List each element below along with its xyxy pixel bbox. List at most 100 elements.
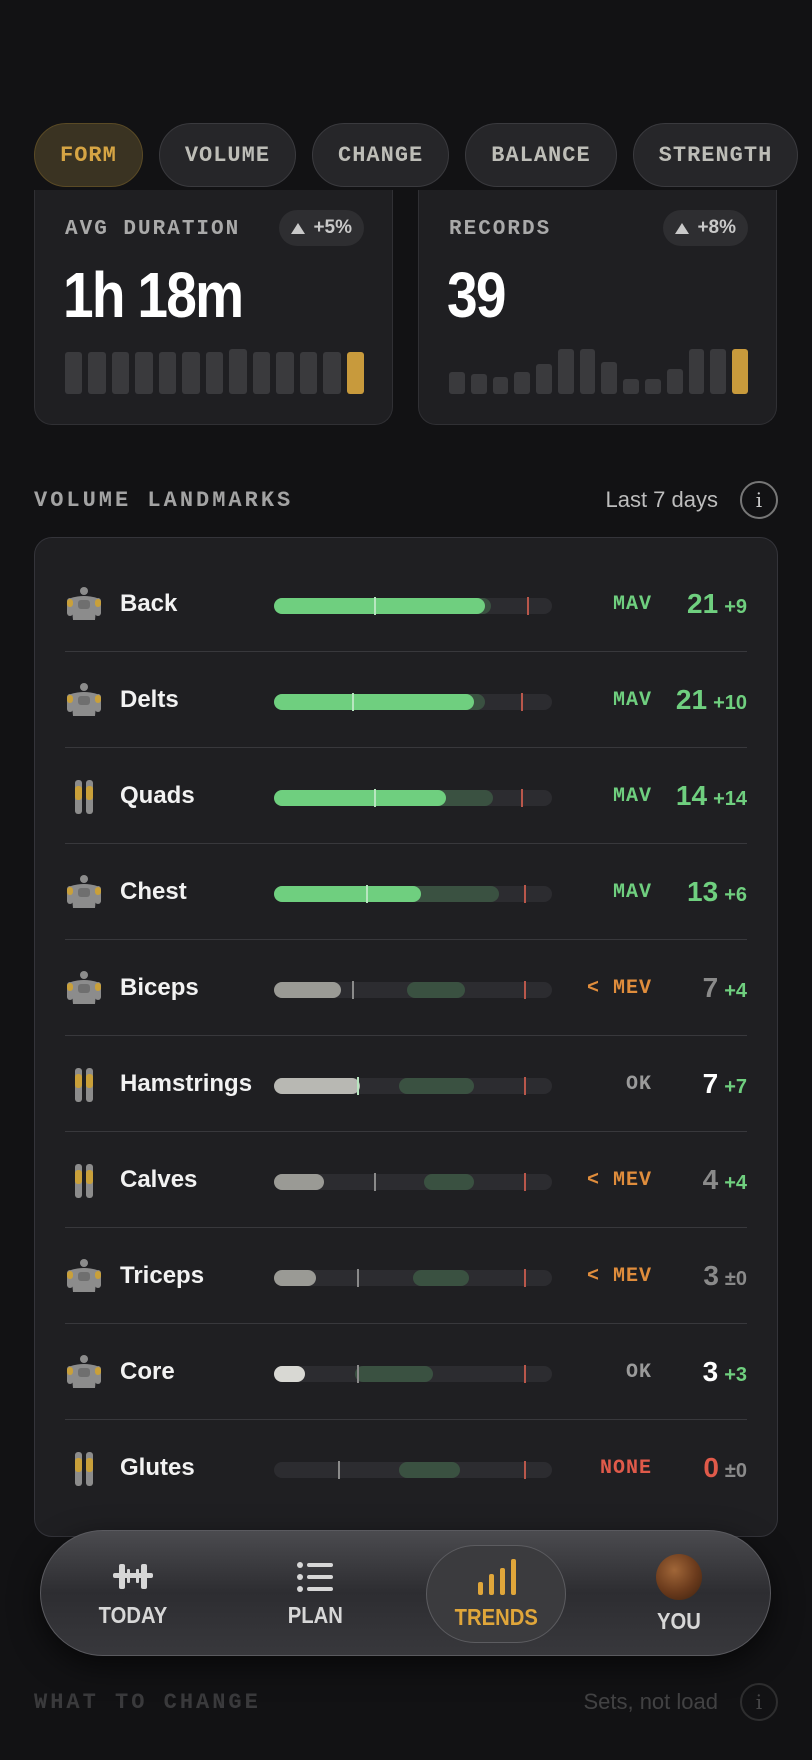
avg-duration-label: AVG DURATION bbox=[65, 218, 241, 241]
mrv-marker bbox=[521, 693, 523, 711]
spark-bar bbox=[276, 351, 294, 394]
landmark-status: MAV bbox=[612, 880, 652, 904]
sets-delta: +6 bbox=[724, 883, 747, 906]
set-count: 4 +4 bbox=[657, 1132, 747, 1228]
mrv-marker bbox=[524, 1365, 526, 1383]
volume-bar bbox=[274, 1365, 552, 1383]
mev-marker bbox=[357, 1365, 359, 1383]
set-count: 7 +7 bbox=[657, 1036, 747, 1132]
period-label[interactable]: Last 7 days bbox=[605, 487, 718, 513]
landmark-status: NONE bbox=[599, 1456, 652, 1480]
mav-range-band bbox=[413, 1270, 469, 1286]
filter-chip-bar: FORM VOLUME CHANGE BALANCE STRENGTH bbox=[34, 123, 812, 187]
weekly-sets: 7 bbox=[702, 1068, 719, 1099]
records-card[interactable]: RECORDS +8% 39 bbox=[418, 190, 777, 425]
dumbbell-icon bbox=[113, 1563, 153, 1589]
chip-form[interactable]: FORM bbox=[34, 123, 143, 187]
records-change-badge: +8% bbox=[663, 210, 748, 246]
volume-fill bbox=[274, 886, 421, 902]
landmark-row-biceps[interactable]: Biceps < MEV 7 +4 bbox=[65, 940, 747, 1036]
sets-delta: +14 bbox=[713, 787, 747, 810]
records-sparkline bbox=[449, 344, 748, 394]
volume-fill bbox=[274, 1078, 360, 1094]
muscle-name: Triceps bbox=[120, 1262, 205, 1289]
spark-bar bbox=[536, 364, 552, 394]
landmark-row-back[interactable]: Back MAV 21 +9 bbox=[65, 556, 747, 652]
volume-fill bbox=[274, 982, 341, 998]
muscle-quads-icon bbox=[75, 780, 93, 814]
sets-delta: +3 bbox=[724, 1363, 747, 1386]
volume-fill bbox=[274, 598, 485, 614]
muscle-hamstrings-icon bbox=[75, 1068, 93, 1102]
sets-delta: ±0 bbox=[724, 1459, 747, 1482]
muscle-glutes-icon bbox=[75, 1452, 93, 1486]
set-count: 21 +9 bbox=[657, 556, 747, 652]
landmark-row-quads[interactable]: Quads MAV 14 +14 bbox=[65, 748, 747, 844]
landmark-row-hamstrings[interactable]: Hamstrings OK 7 +7 bbox=[65, 1036, 747, 1132]
records-change: +8% bbox=[697, 217, 736, 238]
volume-bar bbox=[274, 1461, 552, 1479]
chip-volume[interactable]: VOLUME bbox=[158, 123, 297, 187]
spark-bar bbox=[645, 379, 661, 394]
volume-fill bbox=[274, 1366, 305, 1382]
spark-bar bbox=[65, 351, 83, 394]
mrv-marker bbox=[524, 1269, 526, 1287]
info-icon[interactable]: i bbox=[740, 481, 778, 519]
muscle-name: Glutes bbox=[120, 1454, 195, 1481]
volume-bar bbox=[274, 693, 552, 711]
weekly-sets: 21 bbox=[687, 588, 719, 619]
volume-bar bbox=[274, 1077, 552, 1095]
nav-today[interactable]: TODAY bbox=[63, 1545, 203, 1643]
landmark-row-triceps[interactable]: Triceps < MEV 3 ±0 bbox=[65, 1228, 747, 1324]
mev-marker bbox=[374, 789, 376, 807]
spark-bar bbox=[449, 371, 465, 394]
weekly-sets: 21 bbox=[675, 684, 708, 715]
landmark-row-glutes[interactable]: Glutes NONE 0 ±0 bbox=[65, 1420, 747, 1516]
muscle-name: Delts bbox=[120, 686, 179, 713]
muscle-name: Chest bbox=[120, 878, 187, 905]
nav-today-label: TODAY bbox=[98, 1601, 168, 1628]
mrv-marker bbox=[524, 981, 526, 999]
spark-bar bbox=[135, 351, 153, 394]
chip-change[interactable]: CHANGE bbox=[312, 123, 450, 187]
records-label: RECORDS bbox=[449, 218, 552, 241]
chip-balance[interactable]: BALANCE bbox=[465, 123, 617, 187]
muscle-name: Calves bbox=[120, 1166, 198, 1193]
nav-trends[interactable]: TRENDS bbox=[426, 1545, 566, 1643]
nav-you[interactable]: YOU bbox=[609, 1545, 749, 1643]
avg-duration-change: +5% bbox=[313, 217, 352, 238]
spark-bar bbox=[732, 349, 748, 394]
sets-delta: +10 bbox=[713, 691, 747, 714]
avg-duration-value: 1h 18m bbox=[63, 259, 244, 331]
mev-marker bbox=[366, 885, 368, 903]
set-count: 21 +10 bbox=[657, 652, 747, 748]
spark-bar bbox=[346, 351, 365, 394]
weekly-sets: 13 bbox=[687, 876, 719, 907]
weekly-sets: 7 bbox=[702, 972, 719, 1003]
landmark-row-calves[interactable]: Calves < MEV 4 +4 bbox=[65, 1132, 747, 1228]
info-icon[interactable]: i bbox=[740, 1683, 778, 1721]
landmark-status: OK bbox=[625, 1072, 652, 1096]
landmark-status: MAV bbox=[612, 592, 652, 616]
muscle-delts-icon bbox=[67, 683, 101, 716]
mev-marker bbox=[357, 1269, 359, 1287]
nav-plan-label: PLAN bbox=[287, 1601, 343, 1628]
spark-bar bbox=[623, 379, 640, 394]
spark-bar bbox=[88, 351, 106, 394]
spark-bar bbox=[688, 349, 705, 394]
what-to-change-subtitle: Sets, not load bbox=[583, 1689, 718, 1714]
chip-strength[interactable]: STRENGTH bbox=[632, 123, 799, 187]
weekly-sets: 3 bbox=[702, 1356, 719, 1387]
nav-trends-label: TRENDS bbox=[454, 1603, 538, 1630]
mev-marker bbox=[374, 1173, 376, 1191]
landmark-row-delts[interactable]: Delts MAV 21 +10 bbox=[65, 652, 747, 748]
landmark-row-core[interactable]: Core OK 3 +3 bbox=[65, 1324, 747, 1420]
landmark-row-chest[interactable]: Chest MAV 13 +6 bbox=[65, 844, 747, 940]
section-title-volume-landmarks: VOLUME LANDMARKS bbox=[34, 488, 294, 513]
spark-bar bbox=[601, 361, 618, 394]
nav-plan[interactable]: PLAN bbox=[245, 1545, 385, 1643]
spark-bar bbox=[666, 369, 683, 394]
avg-duration-card[interactable]: AVG DURATION +5% 1h 18m bbox=[34, 190, 393, 425]
mev-marker bbox=[357, 1077, 359, 1095]
volume-bar bbox=[274, 885, 552, 903]
